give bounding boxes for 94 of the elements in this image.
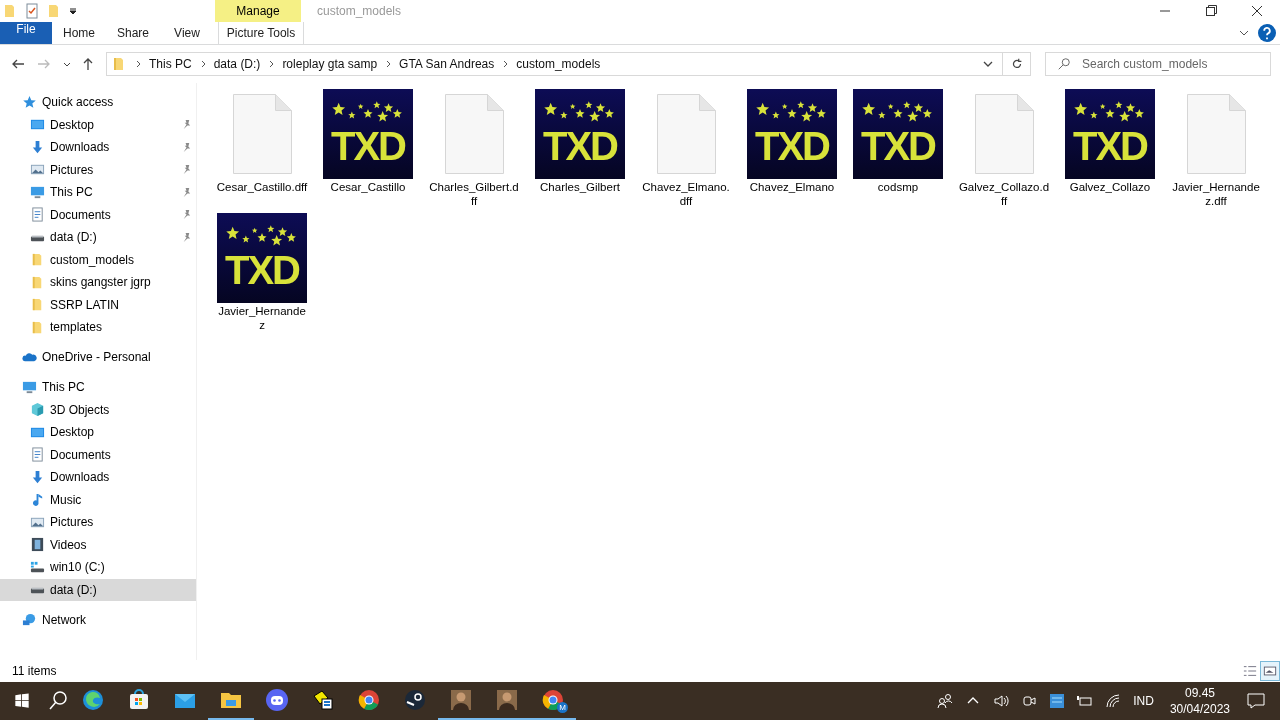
document-icon [30, 207, 45, 223]
pc-icon [30, 184, 45, 200]
calc-icon[interactable] [311, 688, 335, 712]
browser-icon[interactable] [357, 688, 381, 712]
nav-item[interactable]: SSRP LATIN [0, 293, 196, 316]
item-count: 11 items [12, 664, 57, 678]
clock-date[interactable]: 30/04/2023 [1169, 701, 1230, 717]
clock-time[interactable]: 09.45 [1184, 685, 1215, 701]
windrive-icon [30, 559, 45, 575]
nav-item[interactable]: Pictures [0, 158, 196, 181]
ribbon-tab[interactable]: Share [106, 22, 160, 44]
txd-thumbnail: TXD [747, 89, 837, 179]
file-item[interactable]: TXD codsmp [845, 89, 951, 213]
nav-item[interactable]: Desktop [0, 421, 196, 444]
nav-item[interactable]: Music [0, 488, 196, 511]
breadcrumb[interactable]: This PC [145, 57, 198, 71]
file-item[interactable]: Javier_Hernandez.dff [1163, 89, 1269, 213]
file-item[interactable]: TXD Javier_Hernandez [209, 213, 315, 337]
nav-item[interactable]: win10 (C:) [0, 556, 196, 579]
language-indicator[interactable]: IND [1133, 694, 1154, 708]
file-item[interactable]: TXD Charles_Gilbert [527, 89, 633, 213]
nav-item[interactable]: Quick access [0, 91, 196, 114]
nav-item[interactable]: skins gangster jgrp [0, 271, 196, 294]
taskbar-app[interactable]: M [530, 682, 576, 720]
chat-icon[interactable] [265, 688, 289, 712]
edge-icon[interactable] [81, 688, 105, 712]
music-icon [30, 492, 45, 508]
txd-thumbnail: TXD [1065, 89, 1155, 179]
nav-item[interactable]: This PC [0, 376, 196, 399]
breadcrumb[interactable]: roleplay gta samp [278, 57, 384, 71]
nav-item[interactable]: data (D:) [0, 226, 196, 249]
breadcrumb[interactable]: data (D:) [209, 57, 267, 71]
nav-item[interactable]: Downloads [0, 136, 196, 159]
help-icon[interactable] [1258, 24, 1276, 42]
chevron-icon[interactable] [135, 59, 143, 69]
nav-item[interactable]: Network [0, 608, 196, 631]
dropdown-icon[interactable] [68, 6, 78, 16]
battery-icon[interactable] [1077, 693, 1094, 709]
notification-icon[interactable] [1246, 691, 1266, 711]
cube-icon [30, 402, 45, 418]
profile-badge: M [557, 702, 568, 713]
window-title: custom_models [317, 4, 402, 18]
details-view-icon [1243, 664, 1257, 678]
thumbnails-view-button[interactable] [1260, 661, 1280, 681]
breadcrumb[interactable]: custom_models [512, 57, 607, 71]
nav-item[interactable]: Videos [0, 533, 196, 556]
nav-item[interactable]: Pictures [0, 511, 196, 534]
nav-item[interactable]: Desktop [0, 113, 196, 136]
file-item[interactable]: TXD Chavez_Elmano [739, 89, 845, 213]
store-icon[interactable] [127, 688, 151, 712]
start-button[interactable] [12, 691, 32, 711]
ribbon-tab[interactable]: Home [52, 22, 106, 44]
people-icon[interactable] [937, 693, 954, 709]
camera-icon[interactable] [1021, 693, 1038, 709]
nav-item[interactable]: templates [0, 316, 196, 339]
nav-item[interactable]: data (D:) [0, 578, 196, 601]
ribbon-tab[interactable]: View [160, 22, 214, 44]
file-item[interactable]: TXD Galvez_Collazo [1057, 89, 1163, 213]
nav-item[interactable]: Documents [0, 443, 196, 466]
nav-item[interactable]: This PC [0, 181, 196, 204]
breadcrumb[interactable]: GTA San Andreas [395, 57, 501, 71]
txd-thumbnail: TXD [535, 89, 625, 179]
steam-icon[interactable] [403, 688, 427, 712]
search-field[interactable]: Search custom_models [1045, 52, 1271, 76]
file-item[interactable]: TXD Cesar_Castillo [315, 89, 421, 213]
network-icon [22, 612, 37, 628]
document-icon [30, 447, 45, 463]
search-icon [1057, 57, 1071, 71]
file-item[interactable]: Chavez_Elmano.dff [633, 89, 739, 213]
file-item[interactable]: Cesar_Castillo.dff [209, 89, 315, 213]
pc-icon [22, 379, 37, 395]
thumbnails-view-icon [1263, 664, 1277, 678]
wifi-icon[interactable] [1105, 693, 1122, 709]
txd-thumbnail: TXD [853, 89, 943, 179]
app-tray-icon[interactable] [1049, 693, 1066, 709]
txd-thumbnail: TXD [217, 213, 307, 303]
nav-item[interactable]: Downloads [0, 466, 196, 489]
browser-profile-icon[interactable] [541, 688, 565, 712]
properties-icon[interactable] [24, 3, 40, 19]
nav-item[interactable]: OneDrive - Personal [0, 346, 196, 369]
file-item[interactable]: Charles_Gilbert.dff [421, 89, 527, 213]
file-item[interactable]: Galvez_Collazo.dff [951, 89, 1057, 213]
context-tab-group: Manage [215, 0, 301, 22]
nav-item[interactable]: Documents [0, 203, 196, 226]
txd-thumbnail: TXD [323, 89, 413, 179]
star-icon [22, 94, 37, 110]
file-tab[interactable]: File [0, 22, 52, 44]
chevron-icon[interactable] [199, 59, 208, 69]
nav-item[interactable]: custom_models [0, 248, 196, 271]
video-icon [30, 537, 45, 553]
nav-item[interactable]: 3D Objects [0, 398, 196, 421]
speaker-icon[interactable] [993, 693, 1010, 709]
ribbon-tab[interactable]: Picture Tools [218, 22, 304, 44]
address-bar[interactable]: This PC data (D:) roleplay gta samp GTA San Andreas custom_models [106, 52, 1031, 76]
